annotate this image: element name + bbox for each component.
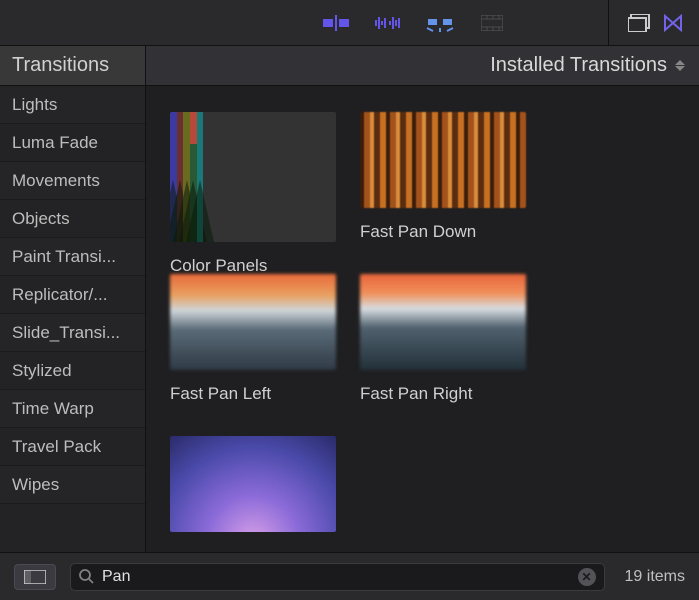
transition-label: Fast Pan Left [170,384,336,404]
sidebar-item[interactable]: Luma Fade [0,124,145,162]
toolbar-divider [608,0,609,46]
item-count-label: 19 items [625,568,685,586]
sidebar-item[interactable]: Objects [0,200,145,238]
library-dropdown[interactable]: Installed Transitions [146,46,699,85]
layout-toggle-button[interactable] [14,564,56,590]
transition-thumbnail [360,274,526,370]
updown-icon [675,60,685,71]
search-input[interactable] [102,568,570,586]
transition-label: Fast Pan Right [360,384,526,404]
sidebar-item[interactable]: Replicator/... [0,276,145,314]
transition-label: Color Panels [170,256,336,276]
sidebar-item[interactable]: Travel Pack [0,428,145,466]
browser-header: Transitions Installed Transitions [0,46,699,86]
transition-icon[interactable] [426,13,454,33]
filmstrip-icon[interactable] [478,13,506,33]
transition-thumbnail [170,436,336,532]
search-icon [79,569,94,584]
butterfly-icon[interactable] [659,13,687,33]
sidebar-item[interactable]: Slide_Transi... [0,314,145,352]
sidebar-item[interactable]: Movements [0,162,145,200]
align-icon[interactable] [322,13,350,33]
bottom-bar: ✕ 19 items [0,552,699,600]
transition-grid: Color Panels Fast Pan Down Fast Pan Left Fa… [146,86,699,552]
waveform-icon[interactable] [374,13,402,33]
search-field[interactable]: ✕ [70,563,605,591]
transition-thumbnail [360,112,526,208]
sidebar-item[interactable]: Stylized [0,352,145,390]
transition-thumbnail [170,274,336,370]
category-sidebar: LightsLuma FadeMovementsObjectsPaint Tra… [0,86,146,552]
main-area: LightsLuma FadeMovementsObjectsPaint Tra… [0,86,699,552]
transition-item[interactable] [170,436,336,546]
sidebar-item[interactable]: Time Warp [0,390,145,428]
transition-item[interactable]: Fast Pan Left [170,274,336,404]
transition-thumbnail [170,112,336,242]
window-icon[interactable] [625,13,653,33]
transition-label: Fast Pan Down [360,222,526,242]
top-toolbar [0,0,699,46]
panel-title: Transitions [0,46,146,85]
transition-item[interactable]: Fast Pan Down [360,112,526,242]
sidebar-item[interactable]: Wipes [0,466,145,504]
clear-search-button[interactable]: ✕ [578,568,596,586]
transition-item[interactable]: Color Panels [170,112,336,242]
sidebar-item[interactable]: Lights [0,86,145,124]
transition-item[interactable]: Fast Pan Right [360,274,526,404]
sidebar-item[interactable]: Paint Transi... [0,238,145,276]
library-dropdown-label: Installed Transitions [490,54,667,77]
